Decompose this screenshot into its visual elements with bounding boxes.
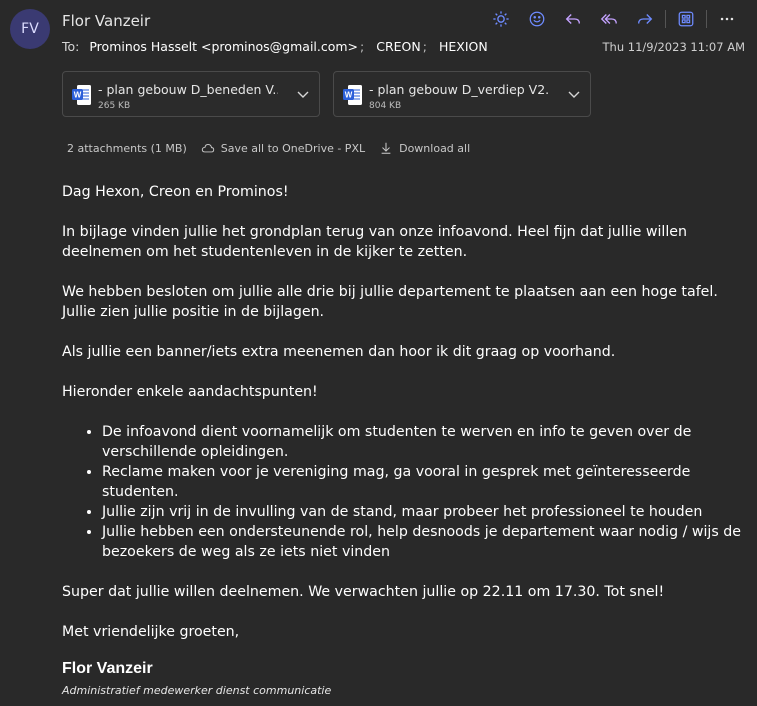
reply-all-icon[interactable] (591, 8, 627, 30)
toolbar-divider (706, 10, 707, 28)
sender-name[interactable]: Flor Vanzeir (62, 12, 150, 30)
signature-name: Flor Vanzeir (62, 660, 153, 677)
reply-icon[interactable] (555, 8, 591, 30)
attachment-name: - plan gebouw D_beneden V... (98, 82, 278, 97)
message-toolbar (483, 8, 745, 30)
apps-icon[interactable] (668, 8, 704, 30)
attention-points-list: De infoavond dient voornamelijk om stude… (62, 422, 742, 562)
recipient-prominos[interactable]: Prominos Hasselt <prominos@gmail.com> (89, 39, 358, 54)
attachment-name: - plan gebouw D_verdiep V2... (369, 82, 549, 97)
svg-text:W: W (345, 91, 353, 100)
attachment-list: W - plan gebouw D_beneden V... 265 KB W … (62, 71, 591, 117)
list-item: Jullie hebben een ondersteunende rol, he… (102, 522, 742, 562)
sent-date: Thu 11/9/2023 11:07 AM (602, 40, 745, 54)
forward-icon[interactable] (627, 8, 663, 30)
recipient-hexion[interactable]: HEXION (439, 39, 488, 54)
attachment-card[interactable]: W - plan gebouw D_beneden V... 265 KB (62, 71, 320, 117)
sender-avatar[interactable]: FV (10, 9, 50, 49)
recipient-separator: ; (422, 39, 427, 54)
cloud-icon (201, 144, 214, 153)
attachment-size: 265 KB (98, 101, 131, 111)
word-file-icon: W (72, 85, 91, 105)
message-body: Dag Hexon, Creon en Prominos! In bijlage… (62, 182, 742, 662)
body-paragraph: Hieronder enkele aandachtspunten! (62, 384, 318, 400)
download-all-label: Download all (399, 141, 471, 155)
word-file-icon: W (343, 85, 362, 105)
list-item: Reclame maken voor je vereniging mag, ga… (102, 462, 742, 502)
attachment-summary: 2 attachments (1 MB) (67, 141, 187, 155)
save-to-onedrive-button[interactable]: Save all to OneDrive - PXL (201, 141, 365, 155)
attachment-actions: 2 attachments (1 MB) Save all to OneDriv… (67, 141, 484, 155)
closing: Super dat jullie willen deelnemen. We ve… (62, 584, 665, 600)
body-paragraph: Als jullie een banner/iets extra meeneme… (62, 344, 616, 360)
chevron-down-icon[interactable] (566, 86, 582, 102)
brightness-icon[interactable] (483, 8, 519, 30)
list-item: Jullie zijn vrij in de invulling van de … (102, 502, 742, 522)
greeting: Dag Hexon, Creon en Prominos! (62, 184, 289, 200)
body-paragraph: We hebben besloten om jullie alle drie b… (62, 284, 718, 320)
signature-title: Administratief medewerker dienst communi… (62, 684, 332, 697)
download-icon (381, 142, 391, 154)
chevron-down-icon[interactable] (295, 86, 311, 102)
recipient-line: To: Prominos Hasselt <prominos@gmail.com… (62, 39, 488, 54)
more-icon[interactable] (709, 8, 745, 30)
emoji-icon[interactable] (519, 8, 555, 30)
regards: Met vriendelijke groeten, (62, 624, 240, 640)
save-to-onedrive-label: Save all to OneDrive - PXL (220, 141, 366, 155)
recipient-separator: ; (360, 39, 365, 54)
svg-text:W: W (74, 91, 82, 100)
body-paragraph: In bijlage vinden jullie het grondplan t… (62, 224, 688, 260)
attachment-card[interactable]: W - plan gebouw D_verdiep V2... 804 KB (333, 71, 591, 117)
recipient-creon[interactable]: CREON (376, 39, 421, 54)
list-item: De infoavond dient voornamelijk om stude… (102, 422, 742, 462)
attachment-size: 804 KB (369, 101, 402, 111)
to-label: To: (62, 39, 80, 54)
download-all-button[interactable]: Download all (379, 141, 470, 155)
toolbar-divider (665, 10, 666, 28)
